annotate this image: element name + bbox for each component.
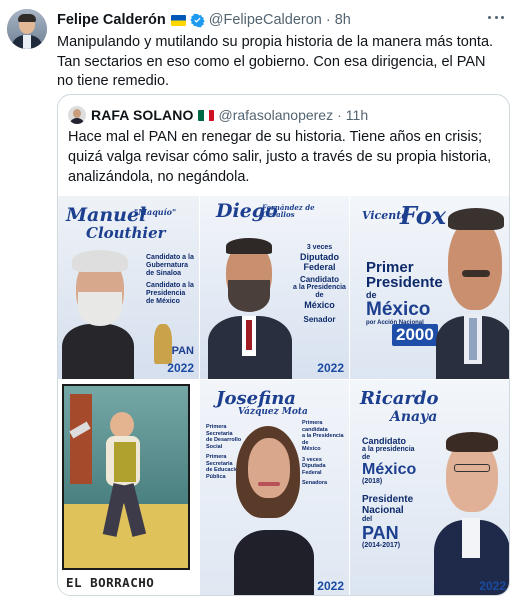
poster-surname: Fox [400,201,447,230]
loteria-card-art [62,384,190,570]
image-diego-fernandez[interactable]: Diego Fernández de Cevallos 3 veces Diput… [200,196,349,379]
poster-surname: Vázquez Mota [238,407,308,417]
poster-mark: 2022 [479,579,506,593]
poster-year: 2000 [392,324,438,346]
author-name[interactable]: Felipe Calderón [57,12,166,28]
author-handle[interactable]: @FelipeCalderon [209,12,322,28]
poster-info: Primer Presidente de México por Acción Na… [366,259,443,326]
quoted-timestamp[interactable]: 11h [346,107,368,123]
tweet-timestamp[interactable]: 8h [335,12,351,28]
tweet-header: Felipe Calderón @FelipeCalderon · 8h [57,10,351,30]
poster-surname: Fernández de Cevallos [262,203,315,219]
poster-info: Candidato a la presidencia de México (2018)… [362,436,417,549]
image-el-borracho[interactable]: EL BORRACHO [58,380,199,595]
poster-info-right: Primera candidata a la Presidencia de Méxic… [302,420,344,486]
quoted-tweet[interactable]: RAFA SOLANO @rafasolanoperez · 11h Hace … [57,94,510,596]
poster-nickname: "Maquío" [134,207,177,217]
author-avatar[interactable] [7,9,47,49]
image-josefina-vazquez-mota[interactable]: Josefina Vázquez Mota Primera Secretaria d… [200,380,349,595]
separator-dot: · [325,12,331,28]
image-vicente-fox[interactable]: Vicente Fox Primer Presidente de México p… [350,196,509,379]
quoted-tweet-header: RAFA SOLANO @rafasolanoperez · 11h [91,105,368,125]
quoted-author-avatar[interactable] [68,106,86,124]
poster-corner: PAN [171,345,194,357]
poster-info: 3 veces Diputado Federal Candidato a la Pre… [293,244,346,324]
image-grid: Manuel "Maquío" Clouthier Candidato a la… [58,196,509,595]
poster-name: Ricardo [360,388,439,409]
poster-surname: Clouthier [86,224,166,242]
more-options-icon[interactable] [486,10,506,24]
poster-info: Candidato a la Gubernatura de Sinaloa Cand… [146,254,194,305]
verified-badge-icon [190,13,205,28]
poster-mark: 2022 [317,579,344,593]
quoted-separator-dot: · [337,107,342,123]
quoted-tweet-text: Hace mal el PAN en renegar de su histori… [68,129,492,185]
ukraine-flag-icon [170,14,186,26]
poster-surname: Anaya [390,409,438,425]
tweet-text: Manipulando y mutilando su propia histor… [57,34,494,89]
poster-name: Josefina [216,388,296,409]
tweet[interactable]: Felipe Calderón @FelipeCalderon · 8h Man… [0,0,511,600]
mexico-flag-icon [198,109,215,121]
poster-mark: 2022 [167,361,194,375]
poster-mark: 2022 [317,361,344,375]
quoted-author-name[interactable]: RAFA SOLANO [91,107,193,123]
loteria-caption: EL BORRACHO [62,572,190,592]
quoted-author-handle[interactable]: @rafasolanoperez [218,107,333,123]
image-ricardo-anaya[interactable]: Ricardo Anaya Candidato a la presidencia d… [350,380,509,595]
image-manuel-clouthier[interactable]: Manuel "Maquío" Clouthier Candidato a la… [58,196,199,379]
